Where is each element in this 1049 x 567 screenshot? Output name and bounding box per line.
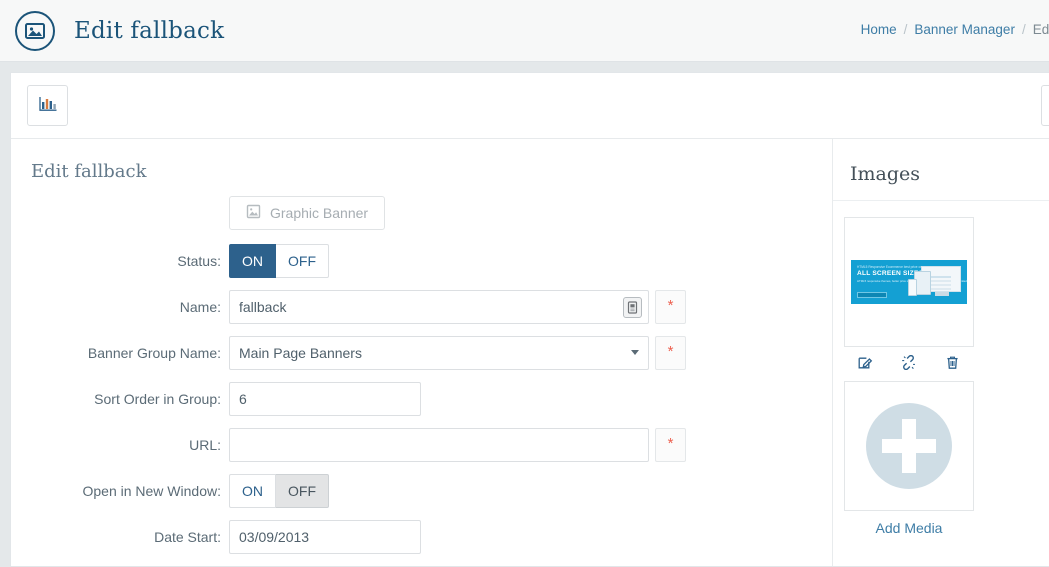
toolbar-secondary-button[interactable] — [1041, 85, 1049, 126]
label-spacer — [11, 196, 229, 230]
plus-circle-icon — [866, 403, 952, 489]
bar-chart-icon — [38, 95, 58, 116]
open-new-window-label: Open in New Window: — [82, 483, 221, 499]
status-row: Status: ON OFF — [11, 244, 823, 278]
status-on-button[interactable]: ON — [229, 244, 276, 278]
open-new-window-on-button[interactable]: ON — [229, 474, 276, 508]
name-label: Name: — [179, 299, 221, 315]
phone-mockup-icon — [908, 279, 917, 296]
date-start-label: Date Start: — [154, 529, 221, 545]
url-label: URL: — [189, 437, 221, 453]
app-header: Edit fallback Home / Banner Manager / Edit f… — [0, 0, 1049, 62]
toolbar — [11, 73, 1049, 139]
thumbnail-tagline: HTML5 Responsive Ecommerce best price on — [857, 265, 923, 269]
unlink-icon[interactable] — [901, 354, 916, 371]
sort-order-row: Sort Order in Group: — [11, 382, 823, 416]
open-new-window-off-button[interactable]: OFF — [276, 474, 329, 508]
status-off-button[interactable]: OFF — [276, 244, 329, 278]
breadcrumb-separator-1: / — [903, 22, 908, 37]
edit-icon[interactable] — [858, 355, 873, 370]
open-new-window-row: Open in New Window: ON OFF — [11, 474, 823, 508]
images-panel-title: Images — [833, 139, 1049, 201]
content-card: Edit fallback Graphic Banner Status: ON … — [10, 72, 1049, 567]
sort-order-input[interactable] — [229, 382, 421, 416]
body-wrapper: Edit fallback Graphic Banner Status: ON … — [11, 139, 1049, 566]
form-column: Edit fallback Graphic Banner Status: ON … — [11, 139, 823, 566]
open-new-window-toggle[interactable]: ON OFF — [229, 474, 329, 508]
trash-icon[interactable] — [945, 355, 960, 370]
url-row: URL: * — [11, 428, 823, 462]
images-panel: Images HTML5 Responsive Ecommerce best p… — [832, 139, 1049, 566]
form-section-title: Edit fallback — [31, 161, 147, 182]
breadcrumb: Home / Banner Manager / Edit fa — [861, 22, 1049, 37]
name-input[interactable] — [229, 290, 649, 324]
name-row: Name: * — [11, 290, 823, 324]
url-input[interactable] — [229, 428, 649, 462]
sort-order-label: Sort Order in Group: — [94, 391, 221, 407]
url-required-marker: * — [655, 428, 686, 462]
page-title: Edit fallback — [74, 17, 225, 44]
date-start-row: Date Start: — [11, 520, 823, 554]
banner-group-label: Banner Group Name: — [87, 345, 221, 361]
image-file-icon — [246, 204, 261, 222]
breadcrumb-banner-manager[interactable]: Banner Manager — [914, 22, 1015, 37]
name-required-marker: * — [655, 290, 686, 324]
multilingual-icon[interactable] — [623, 297, 642, 318]
banner-group-required-marker: * — [655, 336, 686, 370]
banner-thumbnail-image: HTML5 Responsive Ecommerce best price on… — [851, 260, 967, 304]
banner-group-select[interactable]: Main Page Banners — [229, 336, 649, 370]
media-thumbnail-card[interactable]: HTML5 Responsive Ecommerce best price on… — [844, 217, 974, 347]
thumbnail-cta-button — [857, 292, 887, 298]
graphic-banner-label: Graphic Banner — [270, 205, 369, 221]
status-toggle[interactable]: ON OFF — [229, 244, 329, 278]
breadcrumb-current: Edit fa — [1032, 22, 1049, 37]
add-media-button[interactable] — [844, 381, 974, 511]
statistics-button[interactable] — [27, 85, 68, 126]
media-list: HTML5 Responsive Ecommerce best price on… — [833, 201, 1049, 536]
add-media-label[interactable]: Add Media — [844, 511, 974, 536]
status-label: Status: — [177, 253, 221, 269]
breadcrumb-home[interactable]: Home — [861, 22, 897, 37]
graphic-banner-button[interactable]: Graphic Banner — [229, 196, 386, 230]
graphic-banner-row: Graphic Banner — [11, 196, 823, 230]
date-start-input[interactable] — [229, 520, 421, 554]
image-circle-icon — [15, 10, 55, 51]
breadcrumb-separator-2: / — [1021, 22, 1026, 37]
banner-group-row: Banner Group Name: Main Page Banners * — [11, 336, 823, 370]
media-actions — [844, 347, 974, 371]
